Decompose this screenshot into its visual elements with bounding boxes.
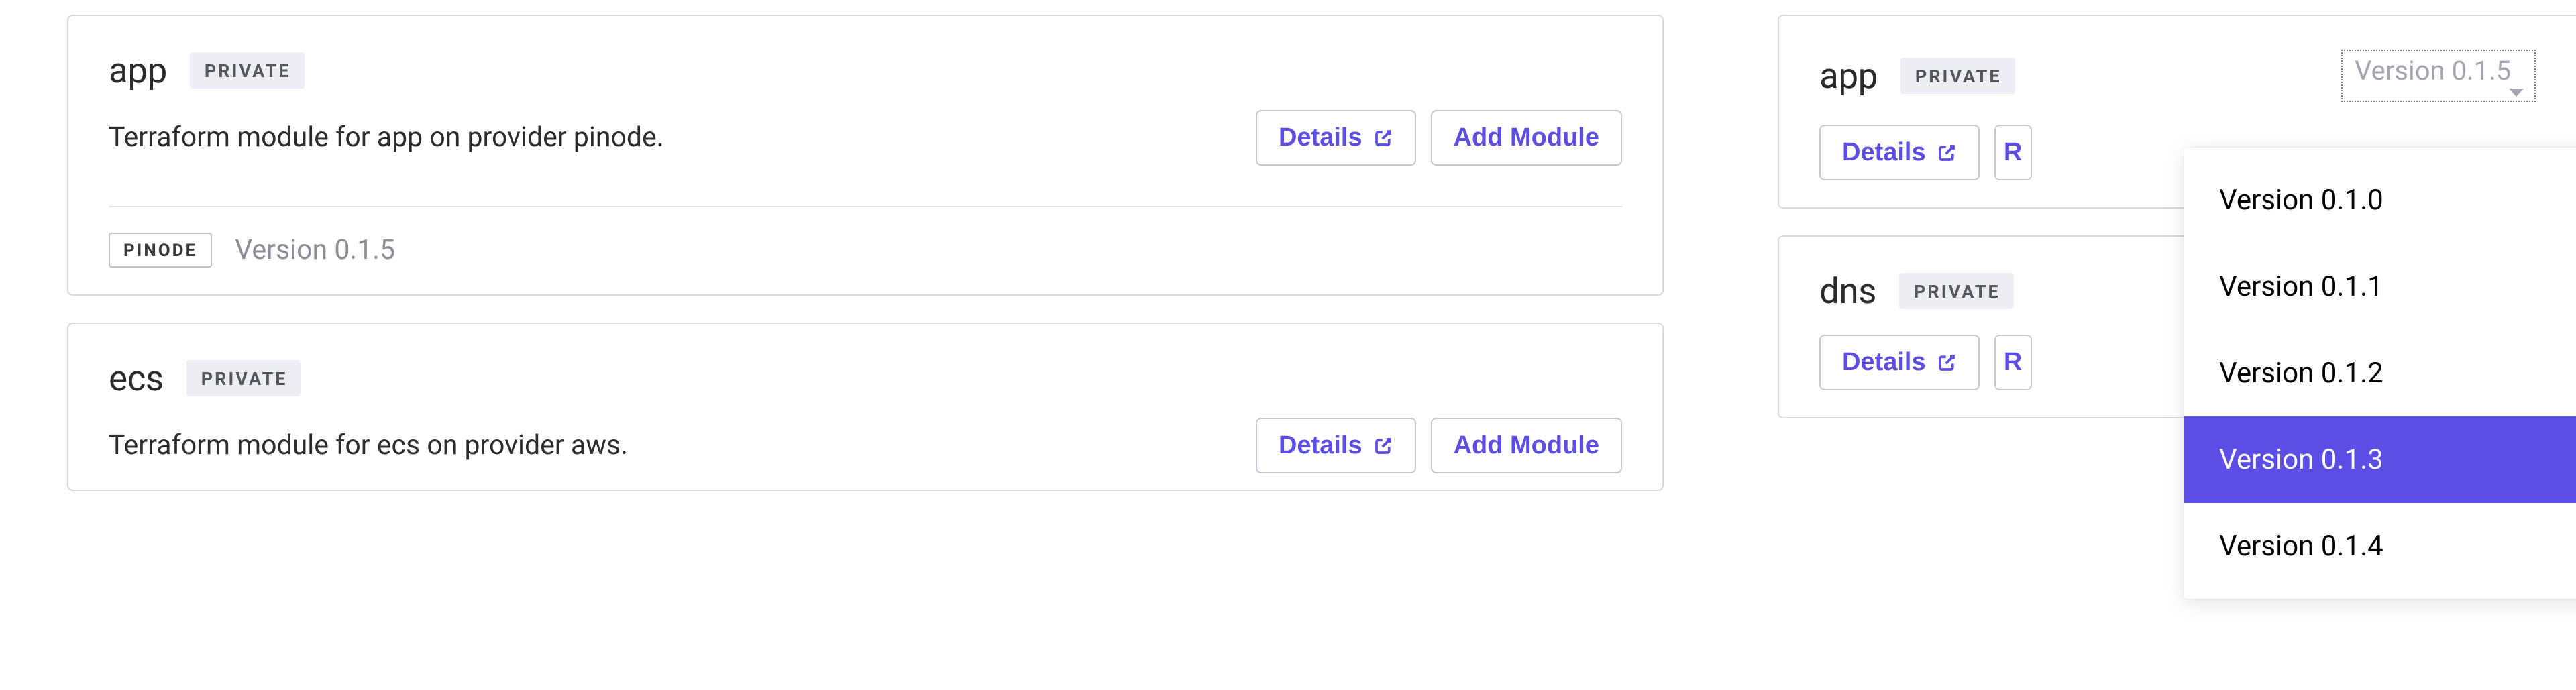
card-footer: PINODE Version 0.1.5: [109, 233, 1622, 268]
details-button[interactable]: Details: [1819, 335, 1980, 390]
truncated-button[interactable]: R: [1994, 125, 2032, 180]
card-header: ecs PRIVATE: [109, 357, 1622, 399]
details-label: Details: [1279, 123, 1362, 152]
add-module-label: Add Module: [1454, 123, 1599, 152]
module-list-left: app PRIVATE Terraform module for app on …: [0, 0, 1731, 690]
version-select-value: Version 0.1.5: [2355, 55, 2511, 87]
details-label: Details: [1842, 138, 1926, 167]
card-header: app PRIVATE Version 0.1.5: [1819, 50, 2536, 102]
external-link-icon: [1937, 143, 1957, 163]
module-title: app: [109, 50, 167, 91]
card-actions: Details Add Module: [1256, 110, 1622, 166]
module-title: dns: [1819, 270, 1876, 312]
details-button[interactable]: Details: [1819, 125, 1980, 180]
provider-chip: PINODE: [109, 233, 212, 268]
version-option[interactable]: Version 0.1.2: [2184, 330, 2576, 416]
visibility-badge: PRIVATE: [1899, 273, 2014, 309]
add-module-label: Add Module: [1454, 431, 1599, 460]
truncated-label: R: [2004, 348, 2022, 377]
external-link-icon: [1373, 436, 1393, 456]
module-description: Terraform module for ecs on provider aws…: [109, 426, 628, 465]
card-header-left: app PRIVATE: [1819, 55, 2015, 97]
details-button[interactable]: Details: [1256, 418, 1416, 473]
card-divider: [109, 206, 1622, 207]
module-card-ecs: ecs PRIVATE Terraform module for ecs on …: [67, 323, 1664, 491]
visibility-badge: PRIVATE: [190, 52, 305, 89]
version-text: Version 0.1.5: [235, 234, 395, 266]
card-actions: Details Add Module: [1256, 418, 1622, 473]
chevron-down-icon: [2509, 89, 2524, 97]
truncated-button[interactable]: R: [1994, 335, 2032, 390]
version-option[interactable]: Version 0.1.0: [2184, 157, 2576, 243]
truncated-label: R: [2004, 138, 2022, 167]
version-option[interactable]: Version 0.1.4: [2184, 503, 2576, 589]
card-header: app PRIVATE: [109, 50, 1622, 91]
version-option[interactable]: Version 0.1.3: [2184, 416, 2576, 503]
visibility-badge: PRIVATE: [186, 360, 301, 396]
details-button[interactable]: Details: [1256, 110, 1416, 166]
version-dropdown: Version 0.1.0Version 0.1.1Version 0.1.2V…: [2184, 148, 2576, 599]
external-link-icon: [1373, 128, 1393, 148]
module-card-app: app PRIVATE Terraform module for app on …: [67, 15, 1664, 296]
details-label: Details: [1279, 431, 1362, 460]
details-label: Details: [1842, 348, 1926, 377]
add-module-button[interactable]: Add Module: [1431, 110, 1622, 166]
module-title: app: [1819, 55, 1878, 97]
visibility-badge: PRIVATE: [1900, 58, 2015, 94]
card-body-row: Terraform module for ecs on provider aws…: [109, 418, 1622, 473]
version-select[interactable]: Version 0.1.5: [2341, 50, 2536, 102]
card-body-row: Terraform module for app on provider pin…: [109, 110, 1622, 166]
card-header-left: dns PRIVATE: [1819, 270, 2014, 312]
module-title: ecs: [109, 357, 164, 399]
module-list-right: app PRIVATE Version 0.1.5 Details R: [1731, 0, 2576, 690]
external-link-icon: [1937, 353, 1957, 373]
version-option[interactable]: Version 0.1.1: [2184, 243, 2576, 330]
add-module-button[interactable]: Add Module: [1431, 418, 1622, 473]
module-description: Terraform module for app on provider pin…: [109, 119, 664, 157]
